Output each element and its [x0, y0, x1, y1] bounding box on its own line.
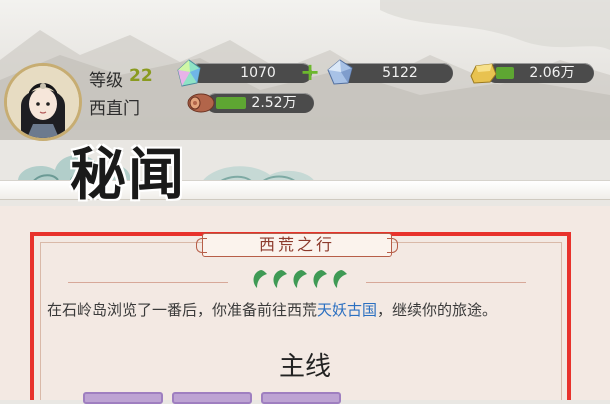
- spirit-crystal-bar: 1070: [190, 63, 312, 83]
- blue-gem-value: 5122: [382, 65, 418, 81]
- blue-gem-icon: [327, 59, 353, 85]
- level-label: 等级: [89, 71, 123, 91]
- choice-card[interactable]: [172, 392, 252, 404]
- spirit-crystal-icon: [177, 59, 201, 87]
- wood-log-icon: [187, 93, 215, 113]
- banner-title: 秘闻: [70, 142, 186, 208]
- choice-card[interactable]: [83, 392, 163, 404]
- progress-leaves: [253, 270, 347, 288]
- portrait-icon: [7, 66, 79, 138]
- chapter-title: 西荒之行: [258, 235, 335, 254]
- divider-right: [366, 282, 526, 283]
- gold-ingot-value: 2.06万: [529, 65, 575, 81]
- plus-icon: +: [300, 58, 321, 86]
- gold-ingot-icon: [470, 63, 497, 84]
- spirit-crystal-value: 1070: [240, 65, 276, 81]
- leaf-icon: [253, 270, 347, 288]
- quest-type-label: 主线: [278, 352, 331, 382]
- choice-card[interactable]: [261, 392, 341, 404]
- level-value: 22: [129, 66, 153, 86]
- location-link[interactable]: 天妖古国: [317, 301, 377, 319]
- wood-bar: 2.52万: [206, 93, 314, 113]
- divider-left: [68, 282, 228, 283]
- add-spirit-crystal-button[interactable]: +: [300, 60, 320, 84]
- story-text-part: ，继续你的旅途。: [377, 301, 498, 319]
- location-name: 西直门: [89, 99, 140, 119]
- wood-value: 2.52万: [251, 95, 297, 111]
- story-text-part: 在石岭岛浏览了一番后，你准备前往西荒: [47, 301, 318, 319]
- story-text: 在石岭岛浏览了一番后，你准备前往西荒天妖古国，继续你的旅途。: [47, 300, 563, 321]
- gold-ingot-bar: 2.06万: [486, 63, 594, 83]
